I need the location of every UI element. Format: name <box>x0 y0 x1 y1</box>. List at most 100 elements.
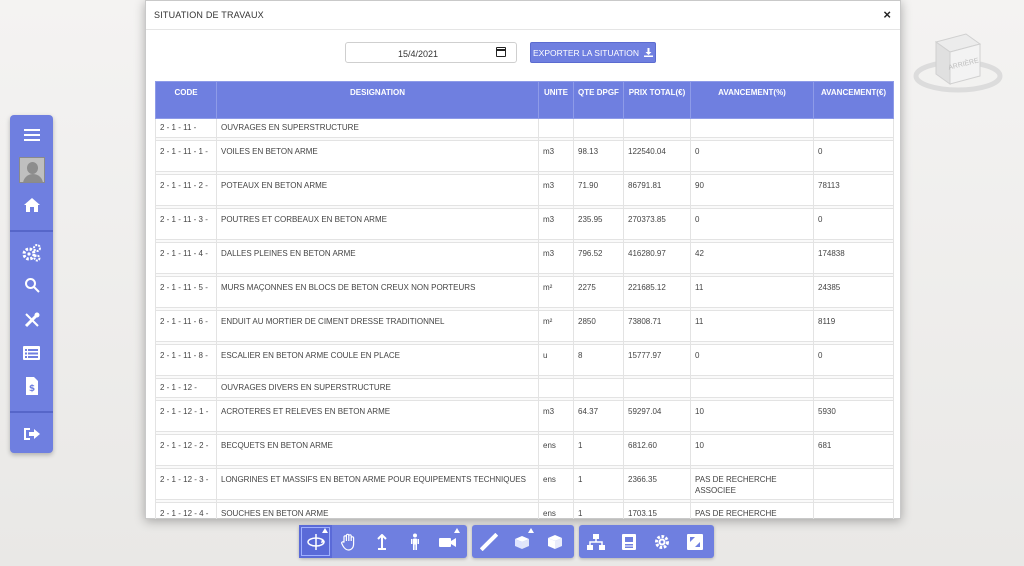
model-tree-button[interactable] <box>579 525 612 558</box>
model-tree-icon <box>586 533 605 550</box>
prix-cell: 86791.81 <box>623 174 691 206</box>
code-cell: 2 - 1 - 11 - 6 - <box>155 310 217 342</box>
designation-cell: VOILES EN BETON ARME <box>216 140 539 172</box>
avancement-eur-cell: 0 <box>813 344 894 376</box>
table-row[interactable]: 2 - 1 - 12 - 3 - LONGRINES ET MASSIFS EN … <box>155 468 894 500</box>
qte-cell: 1 <box>573 502 624 519</box>
avancement-eur-cell <box>813 502 894 519</box>
settings-gear-icon <box>654 534 669 549</box>
table-row[interactable]: 2 - 1 - 11 - 3 - POUTRES ET CORBEAUX EN B… <box>155 208 894 240</box>
menu-icon[interactable] <box>10 122 53 148</box>
fullscreen-button[interactable] <box>678 525 711 558</box>
code-cell: 2 - 1 - 11 - 2 - <box>155 174 217 206</box>
table-row[interactable]: 2 - 1 - 11 - 6 - ENDUIT AU MORTIER DE CIM… <box>155 310 894 342</box>
invoice-icon[interactable]: $ <box>10 373 53 399</box>
prix-cell <box>623 118 691 138</box>
vertical-move-icon <box>376 533 387 550</box>
table-body: 2 - 1 - 11 - OUVRAGES EN SUPERSTRUCTURE 2 … <box>155 118 894 519</box>
section-box-button[interactable] <box>505 525 538 558</box>
designation-cell: OUVRAGES DIVERS EN SUPERSTRUCTURE <box>216 378 539 398</box>
close-icon[interactable]: × <box>883 7 891 22</box>
qte-cell <box>573 378 624 398</box>
camera-button[interactable] <box>431 525 464 558</box>
properties-button[interactable] <box>612 525 645 558</box>
avancement-eur-cell: 174838 <box>813 242 894 274</box>
qte-cell: 2850 <box>573 310 624 342</box>
user-avatar[interactable] <box>10 157 53 183</box>
cube-view-button[interactable] <box>538 525 571 558</box>
qte-cell: 64.37 <box>573 400 624 432</box>
svg-text:$: $ <box>28 384 34 394</box>
col-header-qte[interactable]: QTE DPGF <box>573 81 624 119</box>
download-icon <box>643 48 653 57</box>
walk-button[interactable] <box>398 525 431 558</box>
navigation-cube[interactable]: ARRIÈRE <box>912 30 1004 96</box>
avancement-pct-cell: 10 <box>690 434 814 466</box>
avancement-eur-cell: 0 <box>813 208 894 240</box>
pan-button[interactable] <box>332 525 365 558</box>
situation-modal: SITUATION DE TRAVAUX × 15/4/2021 EXPORTE… <box>145 0 901 519</box>
unite-cell: ens <box>538 434 574 466</box>
avancement-pct-cell: 11 <box>690 310 814 342</box>
vertical-move-button[interactable] <box>365 525 398 558</box>
qte-cell: 796.52 <box>573 242 624 274</box>
col-header-prix[interactable]: PRIX TOTAL(€) <box>623 81 691 119</box>
qte-cell: 1 <box>573 434 624 466</box>
submenu-indicator <box>528 528 534 533</box>
home-icon[interactable] <box>10 192 53 218</box>
calendar-icon[interactable] <box>496 47 506 57</box>
table-row[interactable]: 2 - 1 - 12 - 4 - SOUCHES EN BETON ARME ens… <box>155 502 894 519</box>
table-row[interactable]: 2 - 1 - 11 - 8 - ESCALIER EN BETON ARME C… <box>155 344 894 376</box>
export-button[interactable]: EXPORTER LA SITUATION <box>530 42 656 63</box>
situation-table-container[interactable]: CODE DESIGNATION UNITE QTE DPGF PRIX TOT… <box>155 81 894 519</box>
designation-cell: OUVRAGES EN SUPERSTRUCTURE <box>216 118 539 138</box>
unite-cell: m3 <box>538 400 574 432</box>
col-header-code[interactable]: CODE <box>155 81 217 119</box>
tools-icon[interactable] <box>10 307 53 333</box>
unite-cell: m3 <box>538 208 574 240</box>
avancement-eur-cell: 681 <box>813 434 894 466</box>
code-cell: 2 - 1 - 11 - 1 - <box>155 140 217 172</box>
settings-button[interactable] <box>645 525 678 558</box>
list-icon[interactable] <box>10 340 53 366</box>
submenu-indicator <box>454 528 460 533</box>
unite-cell: m3 <box>538 140 574 172</box>
avancement-eur-cell <box>813 468 894 500</box>
unite-cell: ens <box>538 468 574 500</box>
col-header-unite[interactable]: UNITE <box>538 81 574 119</box>
situation-table: CODE DESIGNATION UNITE QTE DPGF PRIX TOT… <box>155 81 894 519</box>
sidebar-divider-2 <box>10 411 53 413</box>
table-group-row[interactable]: 2 - 1 - 12 - OUVRAGES DIVERS EN SUPERSTRU… <box>155 378 894 398</box>
camera-icon <box>438 537 456 547</box>
table-row[interactable]: 2 - 1 - 11 - 4 - DALLES PLEINES EN BETON … <box>155 242 894 274</box>
qte-cell: 235.95 <box>573 208 624 240</box>
col-header-avancement-pct[interactable]: AVANCEMENT(%) <box>690 81 814 119</box>
table-row[interactable]: 2 - 1 - 11 - 5 - MURS MAÇONNES EN BLOCS D… <box>155 276 894 308</box>
col-header-avancement-eur[interactable]: AVANCEMENT(€) <box>813 81 894 119</box>
table-row[interactable]: 2 - 1 - 12 - 2 - BECQUETS EN BETON ARME en… <box>155 434 894 466</box>
table-row[interactable]: 2 - 1 - 11 - 1 - VOILES EN BETON ARME m3 98… <box>155 140 894 172</box>
code-cell: 2 - 1 - 11 - 4 - <box>155 242 217 274</box>
code-cell: 2 - 1 - 12 - 4 - <box>155 502 217 519</box>
designation-cell: LONGRINES ET MASSIFS EN BETON ARME POUR … <box>216 468 539 500</box>
code-cell: 2 - 1 - 12 - 3 - <box>155 468 217 500</box>
table-group-row[interactable]: 2 - 1 - 11 - OUVRAGES EN SUPERSTRUCTURE <box>155 118 894 138</box>
modal-title: SITUATION DE TRAVAUX <box>154 10 264 20</box>
qte-cell: 8 <box>573 344 624 376</box>
logout-icon[interactable] <box>10 421 53 447</box>
avancement-eur-cell <box>813 118 894 138</box>
date-input[interactable]: 15/4/2021 <box>345 42 517 63</box>
qte-cell: 1 <box>573 468 624 500</box>
orbit-button[interactable] <box>299 525 332 558</box>
designation-cell: POTEAUX EN BETON ARME <box>216 174 539 206</box>
sidebar-divider <box>10 230 53 232</box>
measure-button[interactable] <box>472 525 505 558</box>
table-row[interactable]: 2 - 1 - 11 - 2 - POTEAUX EN BETON ARME m3 7… <box>155 174 894 206</box>
col-header-designation[interactable]: DESIGNATION <box>216 81 539 119</box>
designation-cell: ENDUIT AU MORTIER DE CIMENT DRESSE TRADI… <box>216 310 539 342</box>
designation-cell: BECQUETS EN BETON ARME <box>216 434 539 466</box>
gears-icon[interactable] <box>10 240 53 266</box>
qte-cell: 71.90 <box>573 174 624 206</box>
table-row[interactable]: 2 - 1 - 12 - 1 - ACROTERES ET RELEVES EN … <box>155 400 894 432</box>
search-icon[interactable] <box>10 272 53 298</box>
